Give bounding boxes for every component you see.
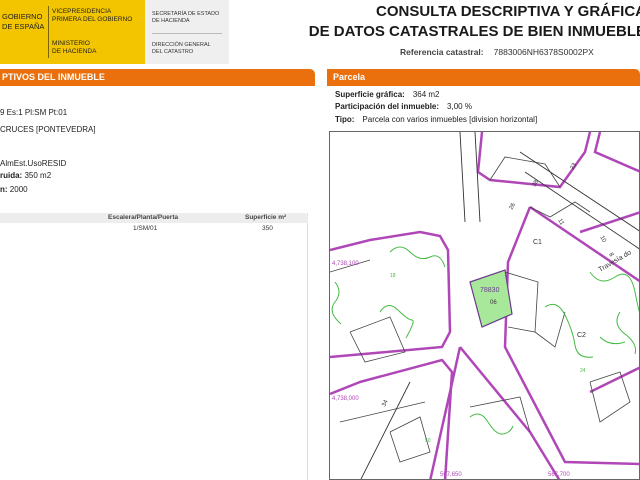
internal-line-5 [589,371,631,423]
ministerio-text: MINISTERIO DE HACIENDA [52,40,96,56]
vegetation-lines [331,246,639,435]
internal-line-9 [389,416,431,463]
ministry-line-1: MINISTERIO [52,40,90,47]
ministry-line-2: DE HACIENDA [52,48,97,55]
participacion-value: 3,00 % [447,102,472,111]
block-top-middle [476,132,592,189]
cadastral-map[interactable]: 4,738,100 4,738,000 567,650 567,700 7883… [329,131,640,480]
veg-line-8 [599,336,626,345]
uso-line: AlmEst.UsoRESID [0,159,67,168]
map-label-18: 18 [390,273,396,279]
tipo-line: Tipo: Parcela con varios inmuebles [divis… [335,115,537,124]
superficie-grafica-value: 364 m2 [412,90,440,99]
table-cell-superficie: 350 [262,225,273,232]
section-title-parcela: Parcela [333,72,366,82]
ref-label: Referencia catastral: [400,47,484,57]
gov-line-2: DE ESPAÑA [2,22,45,31]
street-number-38: 38 [532,179,541,188]
street-number-26: 26 [509,202,518,211]
units-table: Escalera/Planta/Puerta Superficie m² 1/S… [0,213,308,480]
superficie-construida-value: 350 m2 [24,171,52,180]
superficie-construida-label: ruida: [0,171,23,180]
block-top-right [593,132,639,173]
veg-line-1 [389,246,446,268]
street-line-1 [459,132,466,223]
section-title-datos: PTIVOS DEL INMUEBLE [2,72,105,82]
superficie-construida-line: ruida: 350 m2 [0,171,51,180]
coord-label-x2: 567,700 [548,472,570,478]
ref-value: 7883006NH6378S0002PX [493,47,594,57]
coord-label-x1: 567,650 [440,472,462,478]
gov-espana-text: GOBIERNO DE ESPAÑA [2,12,44,32]
tipo-value: Parcela con varios inmuebles [division h… [362,115,538,124]
direccion-text: DIRECCIÓN GENERAL DEL CATASTRO [152,42,211,56]
document-title: CONSULTA DESCRIPTIVA Y GRÁFICA DE DATOS … [309,2,640,42]
title-line-2: DE DATOS CATASTRALES DE BIEN INMUEBLE [308,23,640,40]
participacion-label: Participación del inmueble: [335,102,440,111]
street-number-34: 34 [381,399,390,408]
block-left-upper [330,230,452,359]
vice-line-2: PRIMERA DEL GOBIERNO [52,16,133,23]
secretaria-text: SECRETARÍA DE ESTADO DE HACIENDA [152,11,219,25]
coord-label-y2: 4,738,000 [332,396,359,402]
street-name-label: Travesía do [598,249,633,273]
logo-divider [48,6,49,58]
municipio-line: CRUCES [PONTEVEDRA] [0,125,96,134]
superficie-grafica-line: Superficie gráfica: 364 m2 [335,90,440,99]
section-bar-datos: PTIVOS DEL INMUEBLE [0,69,315,86]
street-line-4 [524,171,639,250]
label-c2: C2 [577,332,586,339]
secretaria-box: SECRETARÍA DE ESTADO DE HACIENDA DIRECCI… [145,0,229,64]
referencia-catastral: Referencia catastral: 7883006NH6378S0002P… [400,47,594,57]
col-header-superficie: Superficie m² [245,214,287,221]
title-line-1: CONSULTA DESCRIPTIVA Y GRÁFICA [375,3,640,20]
street-number-10: 10 [598,235,607,244]
street-line-5 [360,381,411,479]
direccion-line-2: DEL CATASTRO [152,49,194,55]
direccion-line-1: DIRECCIÓN GENERAL [152,42,211,48]
block-bottom-left [429,346,462,479]
col-header-escalera: Escalera/Planta/Puerta [108,214,179,221]
table-cell-escalera: 1/SM/01 [133,225,158,232]
street-line-2 [474,132,481,223]
ano-construccion-value: 2000 [9,185,28,194]
section-bar-parcela: Parcela [327,69,640,86]
block-bottom-middle [459,346,561,479]
coord-label-y1: 4,738,100 [332,261,359,267]
veg-line-5 [616,311,636,355]
veg-line-6 [331,281,342,325]
parcel-id-label: 78830 [480,287,500,294]
map-label-24: 24 [580,368,586,374]
map-label-50: 50 [425,438,431,444]
veg-line-4 [544,303,594,358]
internal-line-4 [534,311,566,348]
secretaria-line-1: SECRETARÍA DE ESTADO [152,11,220,17]
parcel-num-label: 06 [490,300,497,306]
secretaria-divider [152,33,222,34]
label-c1: C1 [533,239,542,246]
vicepresidencia-text: VICEPRESIDENCIA PRIMERA DEL GOBIERNO [52,8,132,24]
secretaria-line-2: DE HACIENDA [152,18,190,24]
veg-line-7 [469,413,514,435]
government-logo: GOBIERNO DE ESPAÑA VICEPRESIDENCIA PRIME… [0,0,145,64]
table-header: Escalera/Planta/Puerta Superficie m² [0,213,308,223]
ano-construccion-label: n: [0,185,8,194]
gov-line-1: GOBIERNO [2,12,43,21]
superficie-grafica-label: Superficie gráfica: [335,90,405,99]
localizacion-line: 9 Es:1 Pl:SM Pt:01 [0,108,68,117]
veg-line-3 [589,271,639,313]
tipo-label: Tipo: [335,115,355,124]
participacion-line: Participación del inmueble: 3,00 % [335,102,472,111]
map-canvas: 4,738,100 4,738,000 567,650 567,700 7883… [330,132,639,479]
ano-construccion-line: n: 2000 [0,185,28,194]
vice-line-1: VICEPRESIDENCIA [52,8,112,15]
